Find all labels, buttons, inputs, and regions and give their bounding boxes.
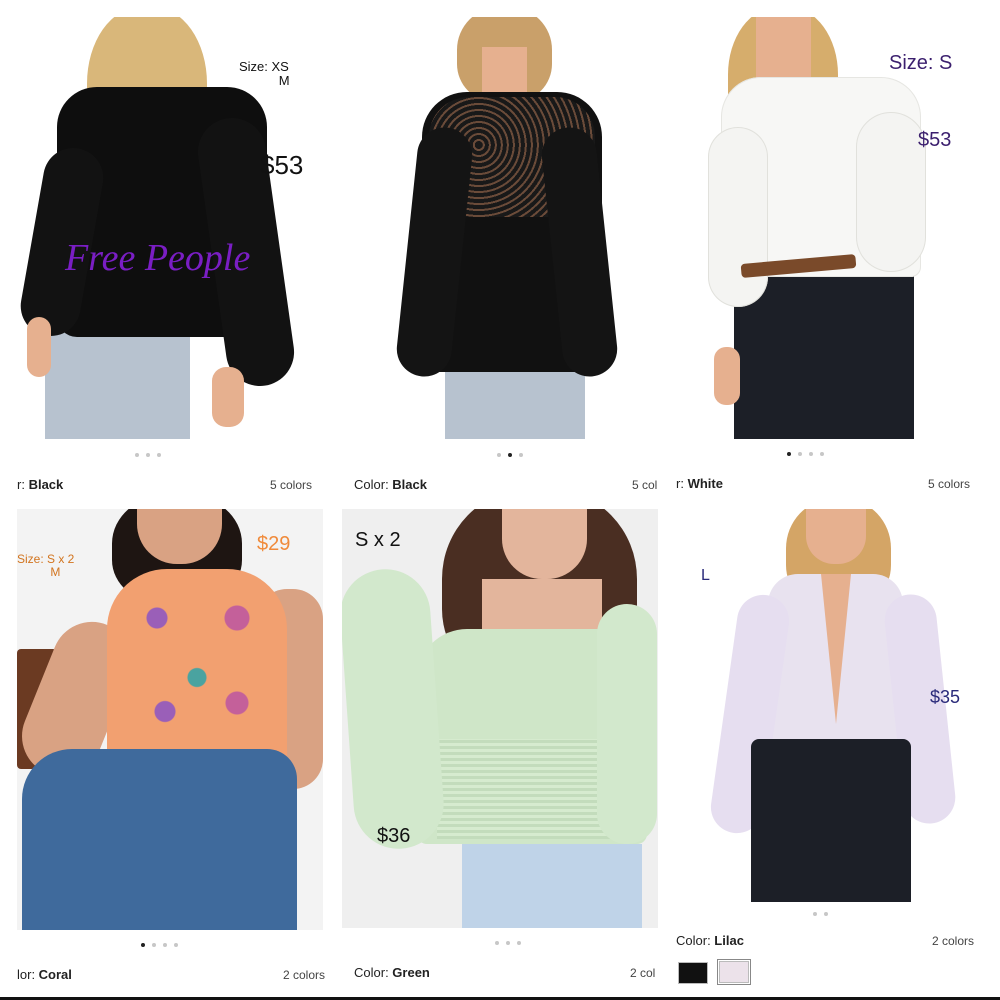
carousel-dot[interactable] bbox=[506, 941, 510, 945]
colors-count-1[interactable]: 5 colors bbox=[270, 478, 312, 492]
model-hand-left bbox=[27, 317, 51, 377]
model-jeans bbox=[751, 739, 911, 902]
carousel-dot[interactable] bbox=[157, 453, 161, 457]
price-overlay-6: $35 bbox=[930, 687, 961, 707]
model-jeans bbox=[462, 844, 642, 928]
carousel-dot[interactable] bbox=[519, 453, 523, 457]
top-sleeve-right bbox=[597, 604, 657, 844]
carousel-dots-1[interactable] bbox=[135, 453, 161, 457]
colors-count-2[interactable]: 5 col bbox=[632, 478, 657, 492]
top-sleeve-left bbox=[342, 566, 447, 852]
model-face bbox=[806, 509, 866, 564]
carousel-dot[interactable] bbox=[135, 453, 139, 457]
color-label-prefix: Color: bbox=[354, 965, 393, 980]
product-image-5[interactable] bbox=[342, 509, 658, 928]
price-overlay-1: $53 bbox=[260, 150, 304, 180]
carousel-dot[interactable] bbox=[163, 943, 167, 947]
product-card-3[interactable]: Size: S $53 bbox=[676, 17, 976, 439]
carousel-dot[interactable] bbox=[820, 452, 824, 456]
carousel-dot[interactable] bbox=[517, 941, 521, 945]
carousel-dots-6[interactable] bbox=[813, 912, 828, 916]
carousel-dots-3[interactable] bbox=[787, 452, 824, 456]
color-label-2: Color: Black bbox=[354, 477, 427, 492]
carousel-dots-4[interactable] bbox=[141, 943, 178, 947]
price-overlay-4: $29 bbox=[257, 533, 291, 555]
color-label-prefix: r: bbox=[676, 476, 688, 491]
top-smocking bbox=[437, 739, 612, 839]
color-label-6: Color: Lilac bbox=[676, 933, 744, 948]
carousel-dot-active[interactable] bbox=[508, 453, 512, 457]
color-name: Black bbox=[392, 477, 427, 492]
price-overlay-3: $53 bbox=[918, 129, 952, 151]
color-swatch-lilac[interactable] bbox=[717, 959, 751, 985]
size-overlay-5: S x 2 bbox=[355, 529, 401, 551]
carousel-dot[interactable] bbox=[174, 943, 178, 947]
model-hand-right bbox=[212, 367, 244, 427]
product-card-5[interactable]: S x 2 $36 bbox=[342, 509, 658, 928]
carousel-dot[interactable] bbox=[809, 452, 813, 456]
color-label-prefix: r: bbox=[17, 477, 29, 492]
color-name: Black bbox=[28, 477, 64, 492]
color-label-3: r: White bbox=[676, 476, 723, 491]
color-name: Coral bbox=[38, 967, 72, 982]
size-overlay-3: Size: S bbox=[889, 52, 953, 74]
product-image-3[interactable] bbox=[676, 17, 976, 439]
product-card-1[interactable]: Size: XS M $53 Free People bbox=[17, 17, 317, 439]
color-label-prefix: Color: bbox=[676, 933, 715, 948]
carousel-dots-2[interactable] bbox=[497, 453, 523, 457]
color-name: White bbox=[687, 476, 723, 491]
colors-count-4[interactable]: 2 colors bbox=[283, 968, 325, 982]
carousel-dot[interactable] bbox=[824, 912, 828, 916]
carousel-dot[interactable] bbox=[798, 452, 802, 456]
color-name: Lilac bbox=[714, 933, 744, 948]
model-hand bbox=[714, 347, 740, 405]
color-label-4: lor: Coral bbox=[17, 967, 72, 982]
size-overlay-6: L bbox=[701, 567, 710, 584]
product-card-4[interactable]: Size: S x 2 M $29 bbox=[17, 509, 323, 930]
brand-watermark: Free People bbox=[65, 237, 251, 279]
product-card-2[interactable] bbox=[347, 17, 647, 439]
model-jeans bbox=[22, 749, 297, 930]
carousel-dot[interactable] bbox=[813, 912, 817, 916]
carousel-dot[interactable] bbox=[146, 453, 150, 457]
carousel-dot[interactable] bbox=[495, 941, 499, 945]
color-label-1: r: Black bbox=[17, 477, 63, 492]
tank-embroidery bbox=[117, 584, 277, 754]
colors-count-3[interactable]: 5 colors bbox=[928, 477, 970, 491]
size-overlay-1: Size: XS M bbox=[239, 59, 290, 88]
colors-count-6[interactable]: 2 colors bbox=[932, 934, 974, 948]
carousel-dot[interactable] bbox=[497, 453, 501, 457]
carousel-dot-active[interactable] bbox=[787, 452, 791, 456]
color-name: Green bbox=[392, 965, 430, 980]
blouse-sleeve-left bbox=[708, 127, 768, 307]
price-overlay-5: $36 bbox=[377, 825, 411, 847]
color-label-prefix: lor: bbox=[17, 967, 39, 982]
carousel-dots-5[interactable] bbox=[495, 941, 521, 945]
blouse-sleeve-right bbox=[856, 112, 926, 272]
size-overlay-4: Size: S x 2 M bbox=[17, 552, 75, 579]
color-swatch-black[interactable] bbox=[678, 962, 708, 984]
product-image-2[interactable] bbox=[347, 17, 647, 439]
colors-count-5[interactable]: 2 col bbox=[630, 966, 655, 980]
product-card-6[interactable]: L $35 bbox=[676, 509, 976, 902]
color-label-5: Color: Green bbox=[354, 965, 430, 980]
color-label-prefix: Color: bbox=[354, 477, 393, 492]
carousel-dot-active[interactable] bbox=[141, 943, 145, 947]
carousel-dot[interactable] bbox=[152, 943, 156, 947]
